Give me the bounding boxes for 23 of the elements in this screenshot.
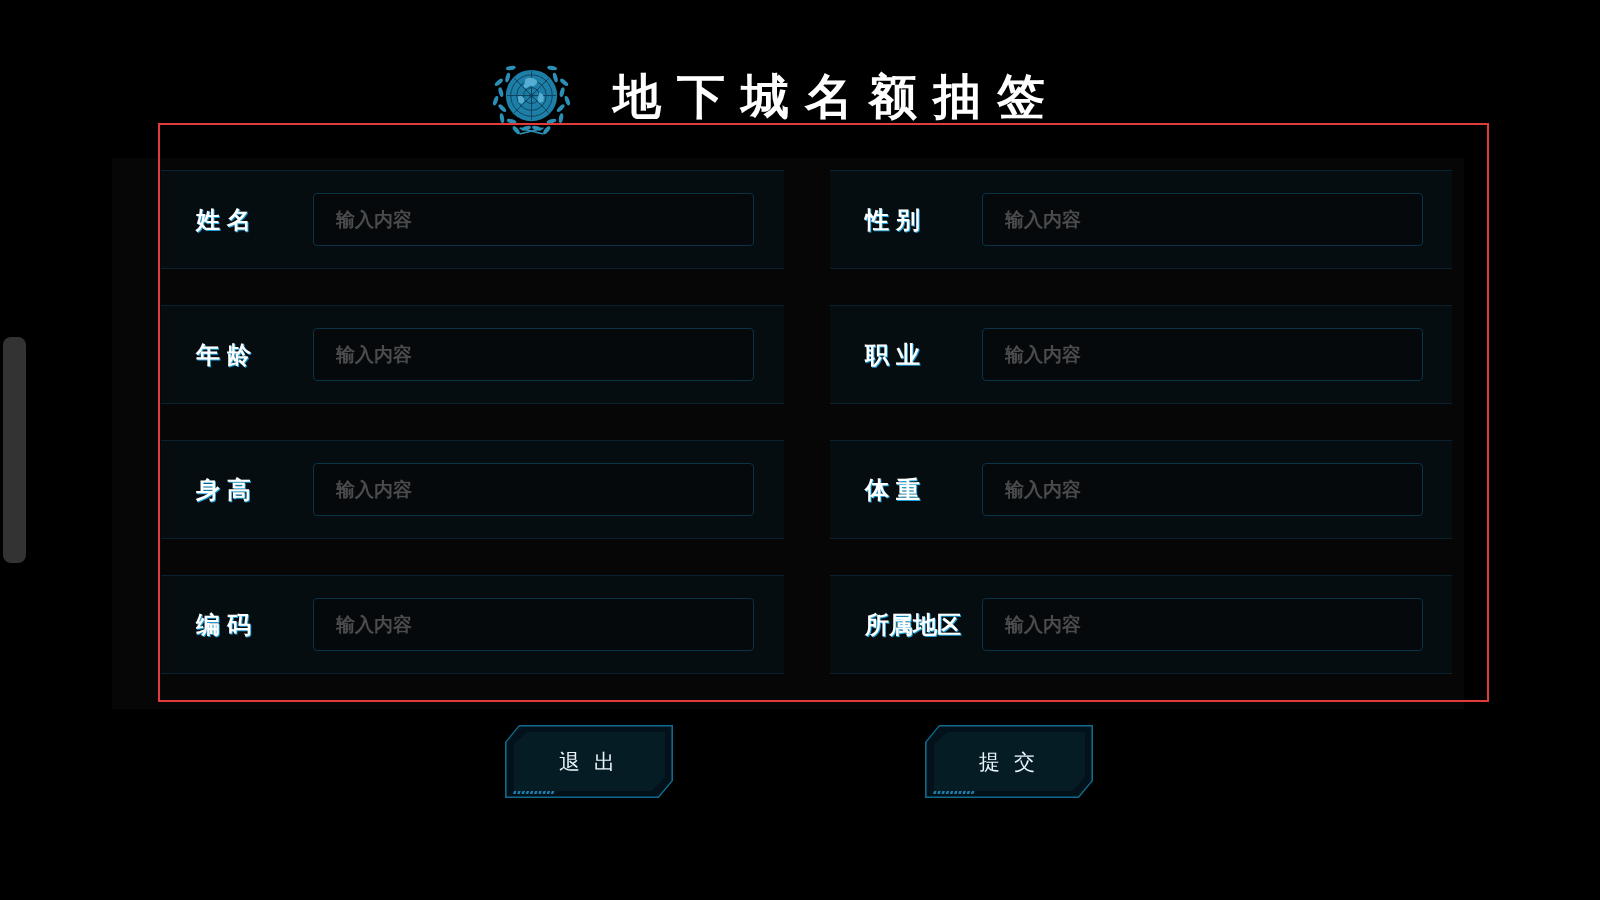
- globe-wreath-icon: [490, 63, 573, 138]
- field-label: 体 重: [865, 477, 921, 502]
- field-label: 编 码: [196, 612, 252, 637]
- action-button[interactable]: 退 出: [505, 725, 673, 798]
- text-input[interactable]: 输入内容: [313, 193, 754, 246]
- text-input[interactable]: 输入内容: [982, 328, 1423, 381]
- field-label: 年 龄: [196, 342, 252, 367]
- action-button[interactable]: 提 交: [925, 725, 1093, 798]
- field-label: 性 别: [865, 207, 921, 232]
- text-input[interactable]: 输入内容: [982, 193, 1423, 246]
- side-handle[interactable]: [3, 337, 26, 563]
- text-input[interactable]: 输入内容: [313, 328, 754, 381]
- hatch-marks-icon: [513, 791, 555, 794]
- text-input[interactable]: 输入内容: [982, 598, 1423, 651]
- hatch-marks-icon: [933, 791, 975, 794]
- text-input[interactable]: 输入内容: [982, 463, 1423, 516]
- field-label: 姓 名: [196, 207, 252, 232]
- text-input[interactable]: 输入内容: [313, 598, 754, 651]
- field-label: 所属地区: [865, 612, 962, 637]
- page-title: 地下城名额抽签: [613, 73, 1061, 121]
- field-label: 身 高: [196, 477, 252, 502]
- text-input[interactable]: 输入内容: [313, 463, 754, 516]
- field-label: 职 业: [865, 342, 921, 367]
